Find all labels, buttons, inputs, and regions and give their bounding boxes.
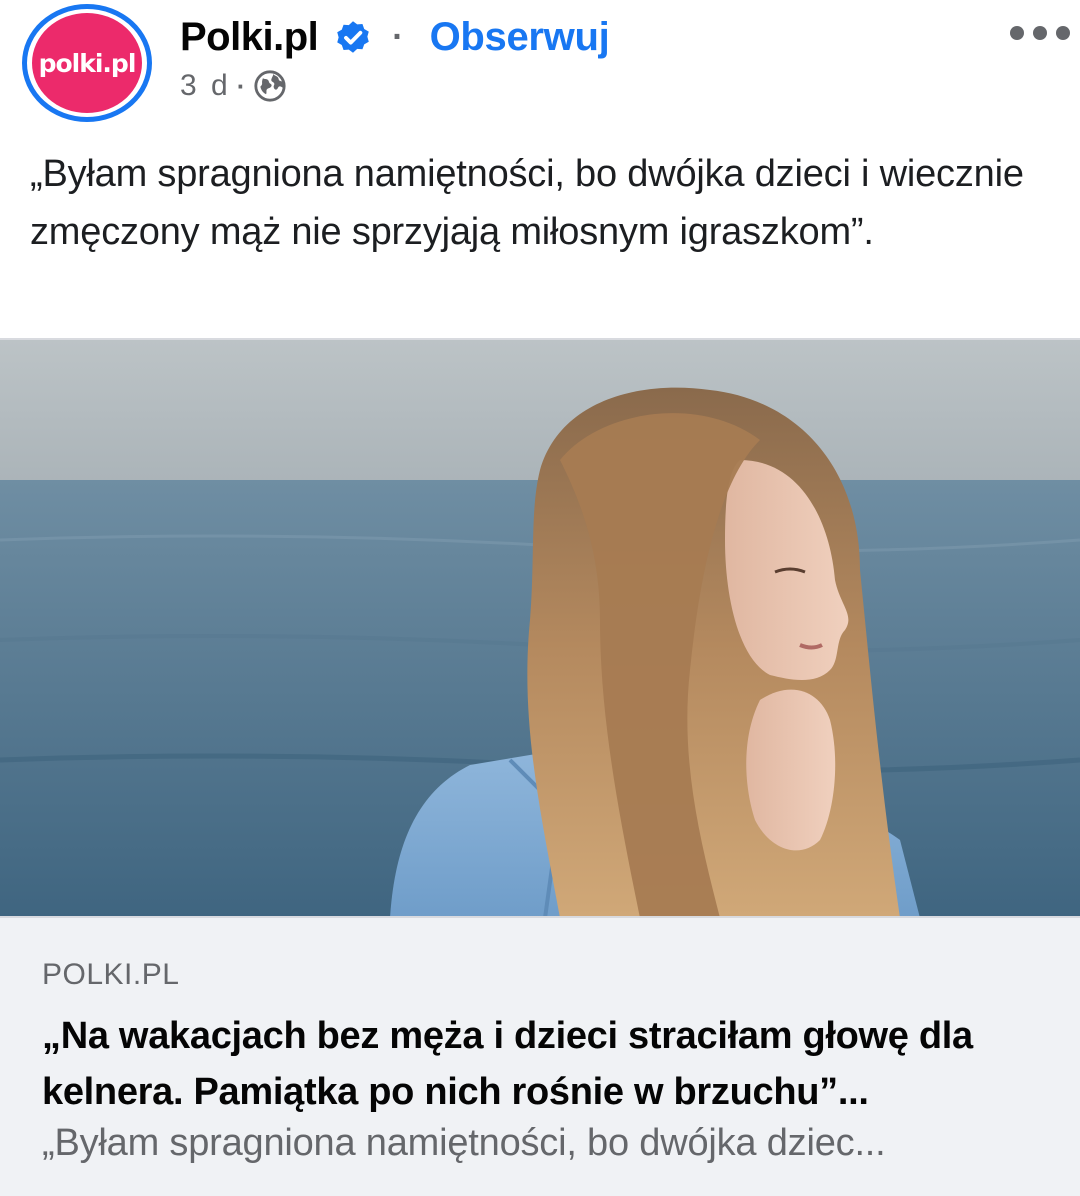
page-avatar[interactable]: polki.pl — [22, 4, 152, 122]
meta-separator: · — [236, 70, 246, 101]
follow-button[interactable]: Obserwuj — [430, 15, 610, 60]
post-timestamp[interactable]: 3 d — [180, 69, 231, 103]
globe-icon[interactable] — [253, 69, 287, 103]
post-image[interactable] — [0, 338, 1080, 916]
more-dot — [1033, 26, 1047, 40]
link-preview-card[interactable]: POLKI.PL „Na wakacjach bez męża i dzieci… — [0, 916, 1080, 1196]
post-caption: „Byłam spragniona namiętności, bo dwójka… — [30, 153, 1024, 253]
more-dot — [1010, 26, 1024, 40]
more-options-icon[interactable] — [1010, 18, 1070, 48]
avatar-logo: polki.pl — [32, 13, 142, 113]
page-name-link[interactable]: Polki.pl — [180, 15, 319, 60]
name-row: Polki.pl · Obserwuj — [180, 12, 610, 62]
woman-by-sea-photo — [0, 340, 1080, 916]
more-dot — [1056, 26, 1070, 40]
post-header: polki.pl Polki.pl · Obserwuj 3 d · — [0, 0, 1080, 130]
link-domain: POLKI.PL — [42, 958, 180, 991]
post-meta: 3 d · — [180, 66, 287, 106]
header-separator: · — [392, 17, 404, 56]
verified-badge-icon — [337, 21, 369, 53]
link-description: „Byłam spragniona namiętności, bo dwójka… — [42, 1122, 886, 1164]
link-title[interactable]: „Na wakacjach bez męża i dzieci straciła… — [42, 1008, 1052, 1120]
avatar-logo-text: polki.pl — [38, 48, 137, 78]
